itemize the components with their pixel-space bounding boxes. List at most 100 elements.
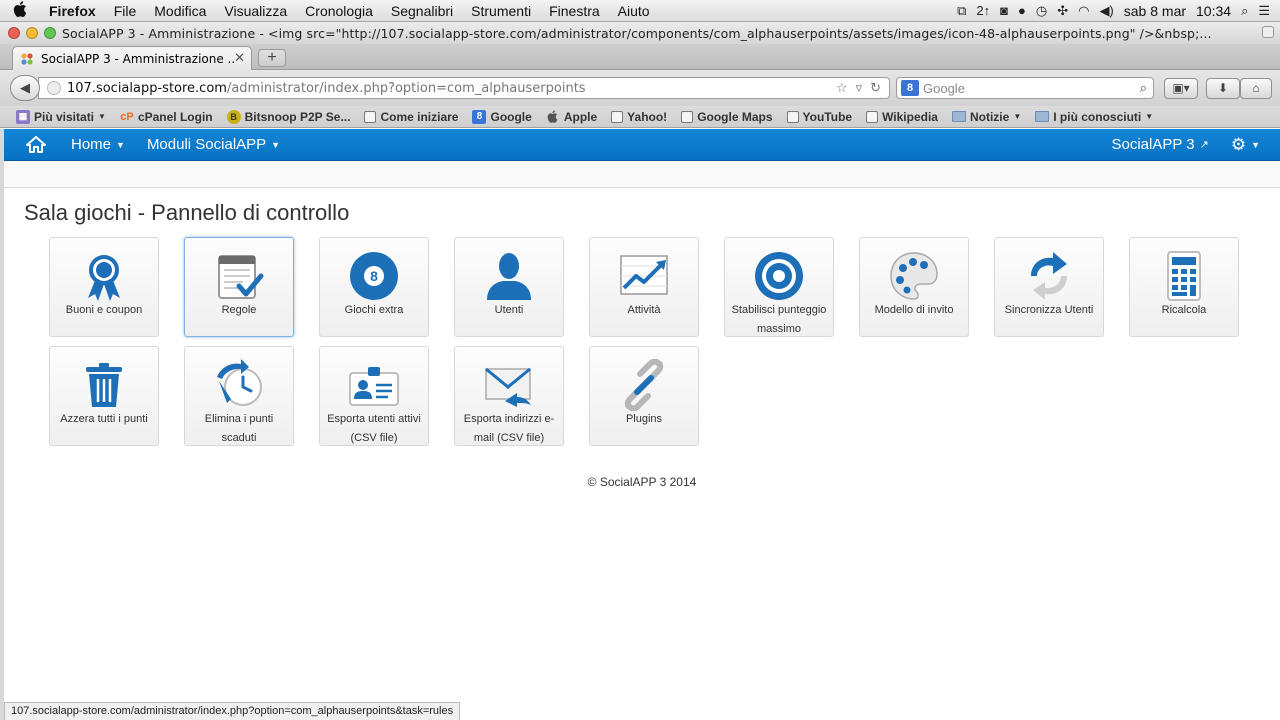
tile-giochi-extra[interactable]: 8 Giochi extra <box>319 237 429 337</box>
bookmark-label: cPanel Login <box>137 109 213 124</box>
menu-aiuto[interactable]: Aiuto <box>609 3 659 19</box>
bookmark-most-visited[interactable]: ▦ Più visitati ▼ <box>16 109 106 124</box>
upload-badge[interactable]: 2↑ <box>976 3 990 18</box>
status-bar-link-preview: 107.socialapp-store.com/administrator/in… <box>4 702 461 720</box>
bookmark-apple[interactable]: Apple <box>546 110 597 124</box>
skype-icon[interactable]: ● <box>1018 3 1026 18</box>
bookmark-folder-piu-conosciuti[interactable]: I più conosciuti ▼ <box>1035 110 1153 124</box>
bookmark-youtube[interactable]: YouTube <box>786 110 852 124</box>
menu-finestra[interactable]: Finestra <box>540 3 609 19</box>
tile-elimina-scaduti[interactable]: Elimina i punti scaduti <box>184 346 294 446</box>
bookmark-come-iniziare[interactable]: Come iniziare <box>364 110 458 124</box>
page-footer: © SocialAPP 3 2014 <box>587 475 697 489</box>
tile-esporta-email[interactable]: Esporta indirizzi e-mail (CSV file) <box>454 346 564 446</box>
tile-label: Azzera tutti i punti <box>60 413 148 425</box>
tab-socialapp-admin[interactable]: SocialAPP 3 - Amministrazione ... ✕ <box>12 46 252 70</box>
tile-punteggio-massimo[interactable]: Stabilisci punteggio massimo <box>724 237 834 337</box>
caret-down-icon: ▼ <box>1251 139 1260 150</box>
tile-attivita[interactable]: Attività <box>589 237 699 337</box>
bookmark-google[interactable]: 8 Google <box>472 109 532 124</box>
back-button[interactable]: ◀ <box>10 75 40 101</box>
user-icon <box>487 253 531 300</box>
tile-label: Utenti <box>494 304 524 316</box>
calculator-icon <box>1167 251 1201 301</box>
tile-utenti[interactable]: Utenti <box>454 237 564 337</box>
menubar-time[interactable]: 10:34 <box>1196 3 1231 19</box>
close-window-icon[interactable] <box>8 27 20 39</box>
search-bar[interactable]: 8 Google ⌕ <box>896 77 1154 99</box>
gear-icon: ⚙ <box>1230 134 1247 154</box>
spotlight-search-icon[interactable]: ⌕ <box>1241 3 1248 19</box>
navigation-toolbar: 107.socialapp-store.com/administrator/in… <box>0 70 1280 106</box>
download-arrow-icon: ⬇ <box>1217 81 1229 95</box>
zoom-window-icon[interactable] <box>44 27 56 39</box>
home-button[interactable]: ⌂ <box>1240 78 1272 99</box>
tile-ricalcola[interactable]: Ricalcola <box>1129 237 1239 337</box>
menu-app-firefox[interactable]: Firefox <box>40 3 105 19</box>
google-icon: 8 <box>472 109 487 124</box>
camera-icon[interactable]: ◙ <box>1000 3 1008 18</box>
bookmark-folder-notizie[interactable]: Notizie ▼ <box>951 109 1021 124</box>
nav-settings-dropdown[interactable]: ⚙ ▼ <box>1231 135 1260 155</box>
tile-azzera-punti[interactable]: Azzera tutti i punti <box>49 346 159 446</box>
tile-regole[interactable]: Regole <box>184 237 294 337</box>
bookmarks-toolbar: ▦ Più visitati ▼ cP cPanel Login B Bitsnoop … <box>0 106 1280 128</box>
menu-visualizza[interactable]: Visualizza <box>215 3 296 19</box>
time-machine-icon[interactable]: ◷ <box>1036 3 1047 19</box>
nav-site-link[interactable]: SocialAPP 3 ↗ <box>1112 136 1209 153</box>
menu-cronologia[interactable]: Cronologia <box>296 3 382 19</box>
nav-home-dropdown[interactable]: Home ▼ <box>60 136 136 153</box>
fullscreen-toggle-icon[interactable] <box>1262 26 1274 38</box>
url-bar[interactable]: 107.socialapp-store.com/administrator/in… <box>38 77 890 99</box>
screenshot-addon-button[interactable]: ▣▾ <box>1164 78 1198 99</box>
nav-right-group: SocialAPP 3 ↗ ⚙ ▼ <box>1112 135 1280 155</box>
menu-segnalibri[interactable]: Segnalibri <box>382 3 462 19</box>
menu-file[interactable]: File <box>105 3 146 19</box>
back-arrow-icon: ◀ <box>20 80 30 95</box>
apple-menu-icon[interactable] <box>0 0 40 21</box>
wifi-icon[interactable]: ◠ <box>1078 3 1089 19</box>
history-dropdown-icon[interactable]: ▿ <box>856 81 863 96</box>
toolbar-strip <box>4 162 1280 188</box>
tile-buoni-coupon[interactable]: Buoni e coupon <box>49 237 159 337</box>
tile-plugins[interactable]: Plugins <box>589 346 699 446</box>
reload-icon[interactable]: ↻ <box>870 81 881 96</box>
site-identity-icon[interactable] <box>47 81 61 95</box>
tile-label: Esporta indirizzi e-mail (CSV file) <box>463 413 555 444</box>
notification-list-icon[interactable]: ☰ <box>1258 3 1270 19</box>
tile-modello-invito[interactable]: Modello di invito <box>859 237 969 337</box>
bookmark-yahoo[interactable]: Yahoo! <box>611 110 667 124</box>
tile-label: Buoni e coupon <box>65 304 143 316</box>
bookmark-label: Notizie <box>969 109 1010 124</box>
volume-icon[interactable]: ◀) <box>1099 3 1113 19</box>
page-title: Sala giochi - Pannello di controllo <box>24 200 350 225</box>
bookmark-google-maps[interactable]: Google Maps <box>681 110 773 124</box>
bookmark-wikipedia[interactable]: Wikipedia <box>866 110 938 124</box>
nav-modules-label: Moduli SocialAPP <box>146 136 267 153</box>
bookmark-cpanel[interactable]: cP cPanel Login <box>120 109 213 124</box>
minimize-window-icon[interactable] <box>26 27 38 39</box>
downloads-button[interactable]: ⬇ <box>1206 78 1240 99</box>
window-left-edge <box>0 129 4 720</box>
tile-label: Ricalcola <box>1161 304 1207 316</box>
google-search-engine-icon[interactable]: 8 <box>901 80 919 96</box>
tile-esporta-utenti[interactable]: Esporta utenti attivi (CSV file) <box>319 346 429 446</box>
bookmark-bitsnoop[interactable]: B Bitsnoop P2P Se... <box>226 109 350 124</box>
tile-sincronizza-utenti[interactable]: Sincronizza Utenti <box>994 237 1104 337</box>
nav-site-label: SocialAPP 3 <box>1111 136 1195 153</box>
bluetooth-icon[interactable]: ✣ <box>1057 3 1068 19</box>
tile-label: Attività <box>627 304 661 316</box>
bookmark-star-icon[interactable]: ☆ <box>836 81 848 96</box>
search-icon[interactable]: ⌕ <box>1140 80 1153 96</box>
joomla-favicon-icon <box>19 51 35 67</box>
tile-label: Giochi extra <box>344 304 404 316</box>
menubar-date[interactable]: sab 8 mar <box>1124 3 1186 19</box>
close-tab-icon[interactable]: ✕ <box>234 51 245 66</box>
menubar-status-area: ⧉ 2↑ ◙ ● ◷ ✣ ◠ ◀) sab 8 mar 10:34 ⌕ ☰ <box>957 3 1280 19</box>
new-tab-button[interactable]: + <box>258 49 286 67</box>
screen-icon[interactable]: ⧉ <box>957 3 966 19</box>
menu-strumenti[interactable]: Strumenti <box>462 3 540 19</box>
menu-modifica[interactable]: Modifica <box>145 3 215 19</box>
admin-home-icon[interactable] <box>4 136 60 153</box>
nav-modules-dropdown[interactable]: Moduli SocialAPP ▼ <box>136 136 291 153</box>
